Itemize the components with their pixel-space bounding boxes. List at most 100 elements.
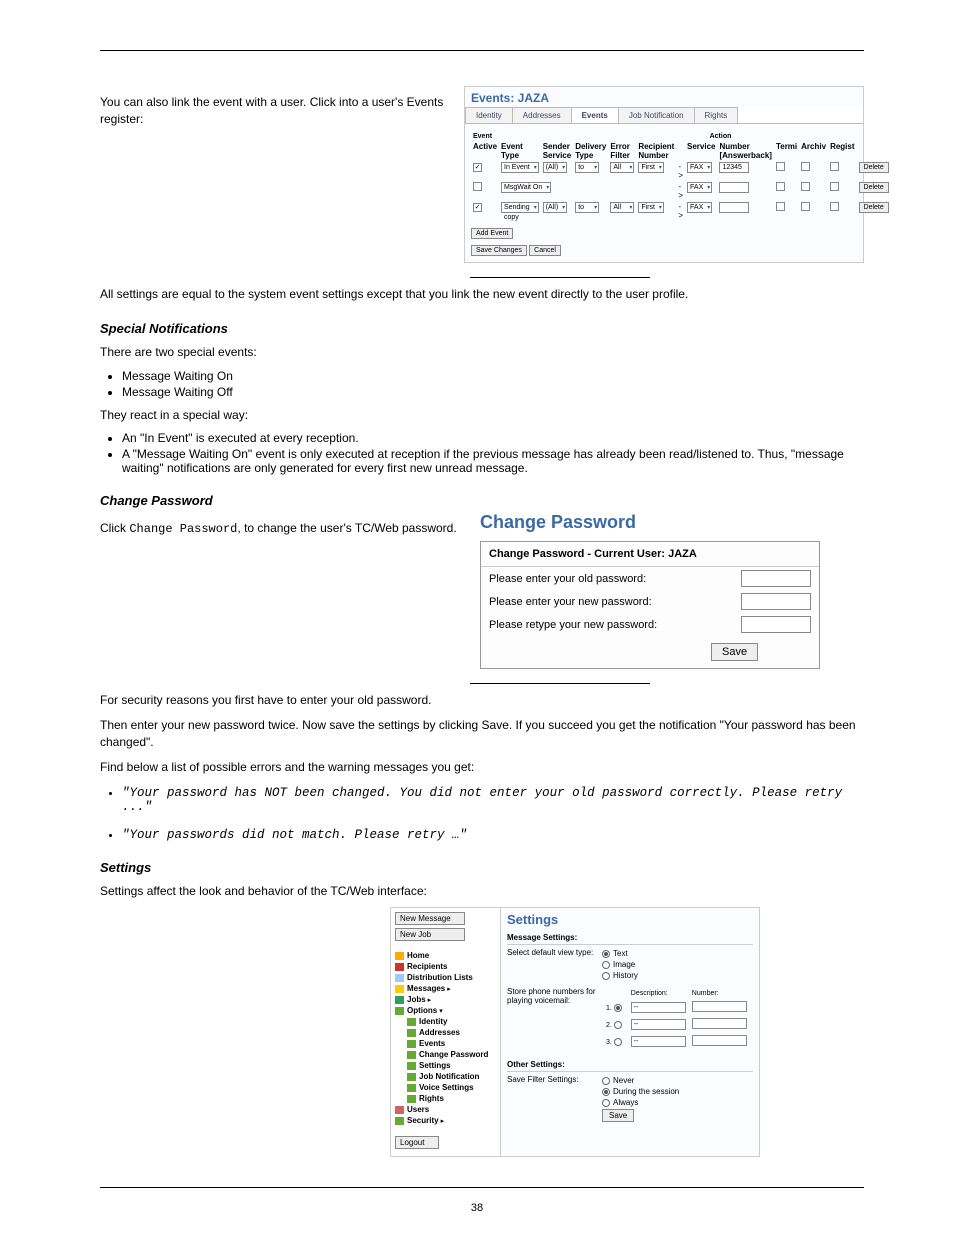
th-event-type: Event Type <box>499 141 541 161</box>
phone-2-radio[interactable] <box>614 1021 622 1029</box>
settings-heading: Settings <box>100 860 864 875</box>
phone-3-number-input[interactable] <box>692 1035 747 1046</box>
termi-checkbox[interactable] <box>776 182 785 191</box>
logout-button[interactable]: Logout <box>395 1136 439 1149</box>
special-notifications-heading: Special Notifications <box>100 321 864 336</box>
th-regist: Regist <box>828 141 856 161</box>
th-recipient-number: Recipient Number <box>636 141 676 161</box>
filter-always-radio[interactable]: Always <box>602 1097 679 1108</box>
error-item: "Your password has NOT been changed. You… <box>122 786 864 814</box>
sidebar-item-voice-settings[interactable]: Voice Settings <box>395 1082 496 1093</box>
filter-session-radio[interactable]: During the session <box>602 1086 679 1097</box>
events-screenshot: Events: JAZA Identity Addresses Events J… <box>464 86 864 263</box>
phone-1-desc-input[interactable]: -- <box>631 1002 686 1013</box>
tab-addresses[interactable]: Addresses <box>512 107 572 123</box>
sender-service-select[interactable]: (All) <box>543 162 567 173</box>
delete-button[interactable]: Delete <box>859 202 889 213</box>
delivery-type-select[interactable]: to <box>575 202 599 213</box>
number-input[interactable] <box>719 202 749 213</box>
phone-1-number-input[interactable] <box>692 1001 747 1012</box>
sender-service-select[interactable]: (All) <box>543 202 567 213</box>
regist-checkbox[interactable] <box>830 202 839 211</box>
cp-old-password-input[interactable] <box>741 570 811 587</box>
sidebar-item-job-notification[interactable]: Job Notification <box>395 1071 496 1082</box>
event-type-select[interactable]: Sending copy <box>501 202 539 213</box>
default-view-label: Select default view type: <box>507 948 602 981</box>
special-notifications-intro: There are two special events: <box>100 344 864 361</box>
sidebar-item-messages[interactable]: Messages <box>395 983 496 994</box>
tab-rights[interactable]: Rights <box>694 107 739 123</box>
sidebar-item-users[interactable]: Users <box>395 1104 496 1115</box>
tab-events[interactable]: Events <box>571 107 619 123</box>
delivery-type-select[interactable]: to <box>575 162 599 173</box>
add-event-button[interactable]: Add Event <box>471 228 513 239</box>
sidebar-item-rights[interactable]: Rights <box>395 1093 496 1104</box>
archiv-checkbox[interactable] <box>801 162 810 171</box>
active-checkbox[interactable]: ✓ <box>473 203 482 212</box>
sidebar-item-identity[interactable]: Identity <box>395 1016 496 1027</box>
event-type-select[interactable]: In Event <box>501 162 539 173</box>
sidebar-item-addresses[interactable]: Addresses <box>395 1027 496 1038</box>
cp-retype-password-input[interactable] <box>741 616 811 633</box>
phone-1-radio[interactable] <box>614 1004 622 1012</box>
cp-retype-password-label: Please retype your new password: <box>489 619 741 631</box>
sidebar-item-home[interactable]: Home <box>395 950 496 961</box>
settings-main: Settings Message Settings: Select defaul… <box>501 908 759 1156</box>
sidebar-item-events[interactable]: Events <box>395 1038 496 1049</box>
cancel-button[interactable]: Cancel <box>529 245 561 256</box>
delete-button[interactable]: Delete <box>859 182 889 193</box>
sidebar-item-security[interactable]: Security <box>395 1115 496 1126</box>
regist-checkbox[interactable] <box>830 162 839 171</box>
after-events-text: All settings are equal to the system eve… <box>100 286 864 303</box>
settings-save-button[interactable]: Save <box>602 1109 634 1122</box>
service-select[interactable]: FAX <box>687 202 712 213</box>
termi-checkbox[interactable] <box>776 162 785 171</box>
service-select[interactable]: FAX <box>687 182 712 193</box>
special-notifications-outro: They react in a special way: <box>100 407 864 424</box>
cp-save-button[interactable]: Save <box>711 643 758 661</box>
th-termi: Termi <box>774 141 799 161</box>
cp-old-password-label: Please enter your old password: <box>489 573 741 585</box>
page-number: 38 <box>471 1202 483 1214</box>
error-filter-select[interactable]: All <box>610 162 634 173</box>
view-text-radio[interactable]: Text <box>602 948 638 959</box>
view-history-radio[interactable]: History <box>602 970 638 981</box>
list-item: Message Waiting Off <box>122 385 864 399</box>
sidebar-item-options[interactable]: Options <box>395 1005 496 1016</box>
error-filter-select[interactable]: All <box>610 202 634 213</box>
tab-identity[interactable]: Identity <box>465 107 513 123</box>
th-active: Active <box>471 141 499 161</box>
phone-3-desc-input[interactable]: -- <box>631 1036 686 1047</box>
termi-checkbox[interactable] <box>776 202 785 211</box>
sidebar-item-change-password[interactable]: Change Password <box>395 1049 496 1060</box>
sidebar-item-jobs[interactable]: Jobs <box>395 994 496 1005</box>
cp-para3: Then enter your new password twice. Now … <box>100 717 864 751</box>
archiv-checkbox[interactable] <box>801 202 810 211</box>
regist-checkbox[interactable] <box>830 182 839 191</box>
delete-button[interactable]: Delete <box>859 162 889 173</box>
event-type-select[interactable]: MsgWait On <box>501 182 551 193</box>
archiv-checkbox[interactable] <box>801 182 810 191</box>
recipient-number-select[interactable]: First <box>638 202 664 213</box>
cp-para1: Click Change Password, to change the use… <box>100 520 460 538</box>
new-message-button[interactable]: New Message <box>395 912 465 925</box>
phone-3-radio[interactable] <box>614 1038 622 1046</box>
service-select[interactable]: FAX <box>687 162 712 173</box>
save-changes-button[interactable]: Save Changes <box>471 245 527 256</box>
filter-never-radio[interactable]: Never <box>602 1075 679 1086</box>
sidebar-item-recipients[interactable]: Recipients <box>395 961 496 972</box>
cp-para4: Find below a list of possible errors and… <box>100 759 864 776</box>
new-job-button[interactable]: New Job <box>395 928 465 941</box>
active-checkbox[interactable] <box>473 182 482 191</box>
phone-2-number-input[interactable] <box>692 1018 747 1029</box>
active-checkbox[interactable]: ✓ <box>473 163 482 172</box>
number-input[interactable]: 12345 <box>719 162 749 173</box>
cp-new-password-input[interactable] <box>741 593 811 610</box>
tab-job-notification[interactable]: Job Notification <box>618 107 695 123</box>
sidebar-item-settings[interactable]: Settings <box>395 1060 496 1071</box>
phone-2-desc-input[interactable]: -- <box>631 1019 686 1030</box>
sidebar-item-distribution-lists[interactable]: Distribution Lists <box>395 972 496 983</box>
recipient-number-select[interactable]: First <box>638 162 664 173</box>
view-image-radio[interactable]: Image <box>602 959 638 970</box>
number-input[interactable] <box>719 182 749 193</box>
